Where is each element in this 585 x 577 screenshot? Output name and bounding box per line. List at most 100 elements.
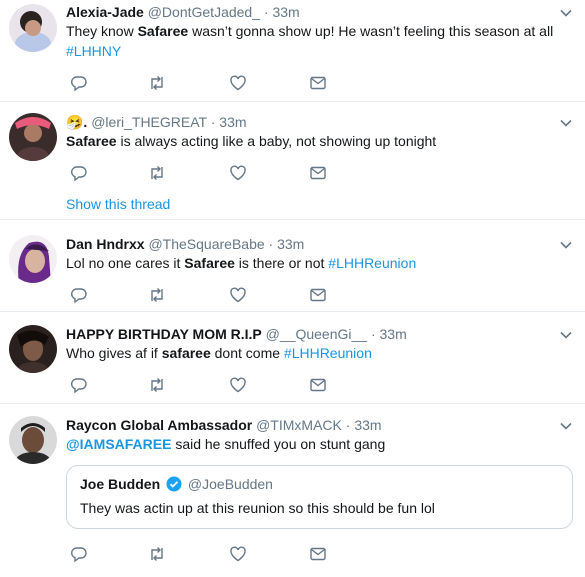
hashtag-link[interactable]: #LHHReunion (284, 345, 372, 361)
reply-icon (71, 76, 87, 92)
message-button[interactable] (309, 545, 329, 565)
handle[interactable]: @DontGetJaded_ (148, 4, 260, 20)
quoted-tweet-text: They was actin up at this reunion so thi… (80, 500, 435, 516)
reply-icon (71, 166, 87, 182)
reply-button[interactable] (70, 376, 90, 396)
retweet-icon (151, 76, 163, 90)
message-button[interactable] (309, 376, 329, 396)
quoted-tweet[interactable]: Joe Budden @JoeBudden They was actin up … (66, 465, 573, 529)
avatar[interactable] (9, 4, 57, 52)
separator: · (263, 4, 269, 20)
text-segment: wasn’t gonna show up! He wasn’t feeling … (188, 23, 554, 39)
like-button[interactable] (229, 286, 249, 306)
like-icon (230, 287, 246, 303)
display-name[interactable]: Alexia-Jade (66, 4, 144, 20)
tweet[interactable]: Raycon Global Ambassador @TIMxMACK · 33m… (0, 404, 585, 577)
avatar[interactable] (9, 325, 57, 373)
retweet-icon (151, 288, 163, 302)
text-segment: Who gives af if (66, 345, 162, 361)
separator: · (345, 417, 351, 433)
retweet-button[interactable] (148, 286, 168, 306)
timestamp[interactable]: 33m (354, 417, 381, 433)
separator: · (370, 326, 376, 342)
handle[interactable]: @leri_THEGREAT (91, 114, 207, 130)
tweet[interactable]: HAPPY BIRTHDAY MOM R.I.P @__QueenGi__ · … (0, 312, 585, 404)
tweet-text: Who gives af if safaree dont come #LHHRe… (66, 343, 561, 363)
reply-icon (71, 547, 87, 563)
message-icon (310, 166, 326, 180)
reply-button[interactable] (70, 164, 90, 184)
text-highlight: Safaree (184, 255, 235, 271)
tweet-header: Dan Hndrxx @TheSquareBabe · 33m (66, 235, 304, 253)
display-name[interactable]: 🤧. (66, 114, 87, 130)
caret-down-icon[interactable] (559, 328, 573, 342)
quoted-tweet-header: Joe Budden @JoeBudden (80, 475, 273, 493)
verified-badge-icon (166, 476, 182, 492)
display-name[interactable]: Raycon Global Ambassador (66, 417, 252, 433)
message-button[interactable] (309, 164, 329, 184)
like-button[interactable] (229, 74, 249, 94)
reply-button[interactable] (70, 286, 90, 306)
hashtag-link[interactable]: #LHHNY (66, 43, 121, 59)
reply-button[interactable] (70, 74, 90, 94)
show-thread-link[interactable]: Show this thread (66, 196, 170, 212)
tweet-text: They know Safaree wasn’t gonna show up! … (66, 21, 561, 61)
text-highlight: safaree (161, 345, 211, 361)
tweet[interactable]: Alexia-Jade @DontGetJaded_ · 33m They kn… (0, 0, 585, 102)
retweet-button[interactable] (148, 376, 168, 396)
reply-button[interactable] (70, 545, 90, 565)
caret-down-icon[interactable] (559, 419, 573, 433)
tweet[interactable]: Dan Hndrxx @TheSquareBabe · 33m Lol no o… (0, 220, 585, 312)
tweet-text: Lol no one cares it Safaree is there or … (66, 253, 561, 273)
mention-link[interactable]: @IAMSAFAREE (66, 436, 171, 452)
tweet-text: @IAMSAFAREE said he snuffed you on stunt… (66, 434, 561, 454)
handle[interactable]: @TheSquareBabe (148, 236, 264, 252)
tweet-header: Alexia-Jade @DontGetJaded_ · 33m (66, 3, 300, 21)
quoted-display-name: Joe Budden (80, 476, 161, 492)
reply-icon (71, 288, 87, 304)
text-segment: dont come (210, 345, 284, 361)
message-icon (310, 76, 326, 90)
text-segment: Lol no one cares it (66, 255, 185, 271)
caret-down-icon[interactable] (559, 6, 573, 20)
hashtag-link[interactable]: #LHHReunion (328, 255, 416, 271)
retweet-icon (151, 547, 163, 561)
like-icon (230, 75, 246, 91)
display-name[interactable]: HAPPY BIRTHDAY MOM R.I.P (66, 326, 262, 342)
avatar[interactable] (9, 416, 57, 464)
retweet-button[interactable] (148, 74, 168, 94)
text-highlight: Safaree (66, 133, 117, 149)
text-segment: is always acting like a baby, not showin… (116, 133, 437, 149)
like-button[interactable] (229, 164, 249, 184)
timestamp[interactable]: 33m (272, 4, 299, 20)
caret-down-icon[interactable] (559, 116, 573, 130)
like-icon (230, 546, 246, 562)
avatar[interactable] (9, 235, 57, 283)
timestamp[interactable]: 33m (380, 326, 407, 342)
text-segment: is there or not (234, 255, 329, 271)
quoted-handle: @JoeBudden (187, 476, 273, 492)
like-button[interactable] (229, 376, 249, 396)
caret-down-icon[interactable] (559, 238, 573, 252)
tweet[interactable]: 🤧. @leri_THEGREAT · 33m Safaree is alway… (0, 102, 585, 220)
retweet-button[interactable] (148, 164, 168, 184)
message-icon (310, 288, 326, 302)
display-name[interactable]: Dan Hndrxx (66, 236, 145, 252)
text-segment: They know (66, 23, 138, 39)
tweet-header: 🤧. @leri_THEGREAT · 33m (66, 113, 247, 131)
retweet-button[interactable] (148, 545, 168, 565)
timestamp[interactable]: 33m (219, 114, 246, 130)
message-button[interactable] (309, 74, 329, 94)
like-button[interactable] (229, 545, 249, 565)
avatar[interactable] (9, 113, 57, 161)
separator: · (210, 114, 216, 130)
handle[interactable]: @__QueenGi__ (266, 326, 367, 342)
retweet-icon (151, 166, 163, 180)
tweet-text: Safaree is always acting like a baby, no… (66, 131, 561, 151)
like-icon (230, 377, 246, 393)
handle[interactable]: @TIMxMACK (256, 417, 342, 433)
message-button[interactable] (309, 286, 329, 306)
timestamp[interactable]: 33m (277, 236, 304, 252)
text-segment: said he snuffed you on stunt gang (171, 436, 386, 452)
message-icon (310, 378, 326, 392)
